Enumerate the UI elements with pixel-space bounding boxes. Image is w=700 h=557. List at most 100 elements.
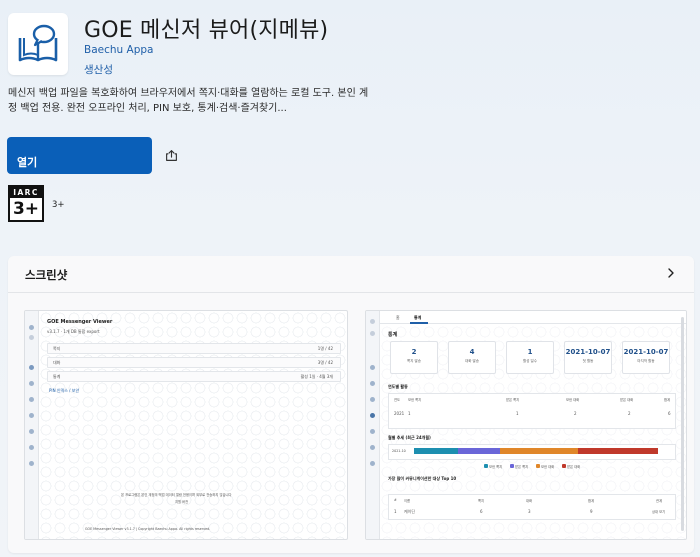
- mini-nav-icon: [29, 413, 34, 418]
- mini-nav-icon: [370, 365, 375, 370]
- mini-cell: 1: [516, 411, 519, 416]
- mini-footer-line: 본 프로그램은 본인 계정의 백업 데이터 열람 전용이며 외부로 전송하지 않…: [121, 493, 232, 497]
- share-button[interactable]: [162, 146, 180, 164]
- mini-nav-icon: [370, 461, 375, 466]
- legend-swatch: [536, 464, 540, 468]
- mini-cell: 2021: [394, 411, 405, 416]
- app-description: 메신저 백업 파일을 복호화하여 브라우저에서 쪽지·대화를 열람하는 로컬 도…: [8, 88, 369, 114]
- app-icon: [8, 13, 68, 75]
- mini-scrollbar: [681, 317, 684, 531]
- mini-col-header: 합계: [664, 398, 671, 402]
- mini-col-header: 받은 쪽지: [506, 398, 520, 402]
- age-rating-text: 3+: [52, 200, 65, 210]
- mini-col-header: 연도: [394, 398, 401, 402]
- mini-row: [47, 357, 341, 368]
- mini-cell: 2: [628, 411, 631, 416]
- mini-nav-icon: [29, 335, 34, 340]
- mini-footer-line: GOE Messenger Viewer v3.1.7 | Copyright …: [85, 527, 211, 531]
- mini-nav-icon: [370, 413, 375, 418]
- mini-col-header: 받은 대화: [620, 398, 634, 402]
- legend-swatch: [562, 464, 566, 468]
- mini-stat-card: 1 활성 일수: [506, 341, 554, 374]
- screenshots-section: 스크린샷 GOE Messenger Viewer v3.1.7 · 1개 DB…: [8, 256, 694, 553]
- legend-swatch: [510, 464, 514, 468]
- share-icon: [165, 149, 177, 161]
- bar-segment-sent-note: [414, 448, 458, 454]
- mini-nav-icon: [29, 445, 34, 450]
- mini-cell: 1: [394, 509, 397, 514]
- publisher-link[interactable]: Baechu Appa: [84, 44, 153, 56]
- mini-nav-icon: [29, 381, 34, 386]
- mini-row-label: 대화: [53, 360, 61, 365]
- mini-sidebar: [366, 311, 380, 539]
- stat-value: 1: [527, 348, 533, 356]
- screenshot-thumbnail-2[interactable]: 홈 통계 통계 2 쪽지 발송 4 대화 발송 1 활성 일수 2021-10-…: [365, 310, 687, 540]
- screenshot-thumbnail-1[interactable]: GOE Messenger Viewer v3.1.7 · 1개 DB 통합 e…: [24, 310, 348, 540]
- iarc-age: 3+: [12, 199, 40, 219]
- mini-col-header: 보낸 쪽지: [408, 398, 422, 402]
- category-link[interactable]: 생산성: [84, 62, 113, 77]
- mini-cell: 6: [480, 509, 483, 514]
- legend-swatch: [484, 464, 488, 468]
- stat-label: 대화 발송: [465, 359, 479, 363]
- stat-value: 2021-10-07: [623, 348, 669, 356]
- mini-col-header: 이름: [404, 499, 411, 503]
- mini-nav-icon: [370, 429, 375, 434]
- stat-label: 첫 활동: [582, 359, 594, 363]
- legend-label: 받은 쪽지: [515, 465, 529, 469]
- mini-nav-icon: [29, 429, 34, 434]
- mini-section-title: 연도별 활동: [388, 384, 408, 389]
- legend-label: 보낸 쪽지: [489, 465, 503, 469]
- open-button[interactable]: 열기: [7, 137, 152, 174]
- mini-month-label: 2021-10: [392, 449, 406, 453]
- mini-col-header: 관계: [656, 499, 663, 503]
- screenshots-title: 스크린샷: [25, 268, 68, 282]
- iarc-label: IARC: [10, 187, 42, 198]
- app-title: GOE 메신저 뷰어(지메뷰): [84, 18, 329, 43]
- mini-row: [47, 371, 341, 382]
- mini-nav-icon: [370, 397, 375, 402]
- mini-nav-icon: [370, 381, 375, 386]
- mini-nav-icon: [370, 319, 375, 324]
- mini-nav-icon: [370, 331, 375, 336]
- mini-col-header: 합계: [588, 499, 595, 503]
- mini-nav-icon: [29, 325, 34, 330]
- mini-nav-icon: [29, 365, 34, 370]
- mini-cell: 3: [528, 509, 531, 514]
- mini-nav-icon: [29, 461, 34, 466]
- stat-value: 4: [469, 348, 475, 356]
- iarc-rating-badge: IARC 3+: [8, 185, 44, 222]
- stat-label: 마지막 활동: [637, 359, 655, 363]
- stat-label: 활성 일수: [523, 359, 537, 363]
- mini-row-value: 1명 / 42: [317, 346, 333, 351]
- mini-col-header: 쪽지: [478, 499, 485, 503]
- legend-label: 보낸 대화: [541, 465, 555, 469]
- mini-cell: 케이딘: [404, 509, 416, 514]
- mini-tab: 홈: [396, 315, 400, 320]
- book-chat-icon: [18, 24, 58, 62]
- mini-tab-underline: [410, 322, 428, 324]
- mini-cell: 1: [408, 411, 411, 416]
- mini-cell: 6: [668, 411, 671, 416]
- mini-section-title: 가장 많이 커뮤니케이션한 대상 Top 10: [388, 476, 457, 481]
- mini-row-label: 쪽지: [53, 346, 61, 351]
- mini-cell: 상대 보기: [652, 510, 666, 514]
- mini-row-label: 통계: [53, 374, 61, 379]
- mini-stat-card: 2 쪽지 발송: [390, 341, 438, 374]
- mini-link: PIN 인덱스 / 보안: [49, 388, 80, 393]
- mini-sidebar: [25, 311, 39, 539]
- mini-nav-icon: [29, 397, 34, 402]
- mini-stat-card: 2021-10-07 첫 활동: [564, 341, 612, 374]
- stat-value: 2: [411, 348, 417, 356]
- screenshots-expand-button[interactable]: [664, 266, 678, 280]
- mini-footer-line: 지원 버전: [175, 500, 189, 504]
- mini-cell: 2: [574, 411, 577, 416]
- mini-col-header: #: [394, 498, 397, 502]
- section-divider: [8, 292, 694, 293]
- mini-section-title: 월별 추세 (최근 24개월): [388, 435, 431, 440]
- mini-row-value: 활성 1일 · 4월 3개: [300, 374, 333, 379]
- mini-subtitle: v3.1.7 · 1개 DB 통합 export: [47, 329, 100, 334]
- stat-value: 2021-10-07: [565, 348, 611, 356]
- mini-row-value: 3명 / 42: [317, 360, 333, 365]
- bar-segment-recv-note: [458, 448, 500, 454]
